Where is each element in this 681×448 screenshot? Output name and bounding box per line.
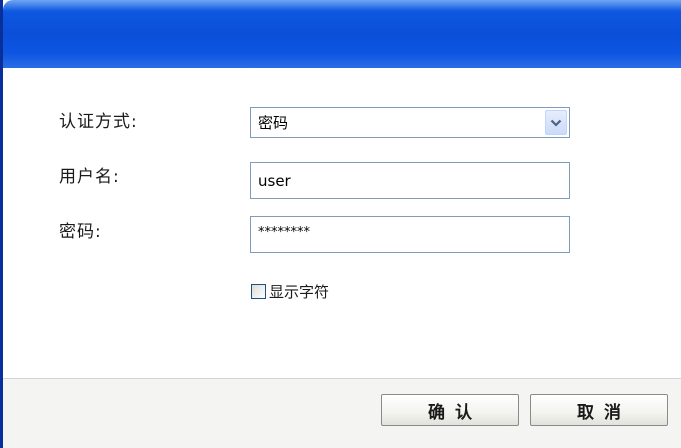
auth-method-label: 认证方式: xyxy=(59,112,138,132)
confirm-button[interactable]: 确认 xyxy=(381,394,519,426)
password-input[interactable]: ******** xyxy=(250,216,570,253)
username-label: 用户名: xyxy=(59,167,120,187)
cancel-button[interactable]: 取消 xyxy=(530,394,668,426)
dialog-window: 认证方式: 密码 用户名: user 密码: ******** 显示字符 确认 … xyxy=(0,0,681,448)
password-masked-value: ******** xyxy=(258,225,310,240)
auth-method-select[interactable]: 密码 xyxy=(250,107,570,138)
username-input[interactable]: user xyxy=(250,162,570,199)
username-value: user xyxy=(258,171,291,190)
auth-method-selected-value: 密码 xyxy=(258,114,289,132)
show-chars-label[interactable]: 显示字符 xyxy=(269,281,329,302)
title-bar[interactable] xyxy=(3,0,681,68)
show-chars-checkbox[interactable] xyxy=(251,284,266,299)
password-label: 密码: xyxy=(59,222,102,242)
dialog-body: 认证方式: 密码 用户名: user 密码: ******** 显示字符 xyxy=(3,68,681,378)
dialog-footer: 确认 取消 xyxy=(3,378,681,448)
chevron-down-icon[interactable] xyxy=(545,110,567,135)
